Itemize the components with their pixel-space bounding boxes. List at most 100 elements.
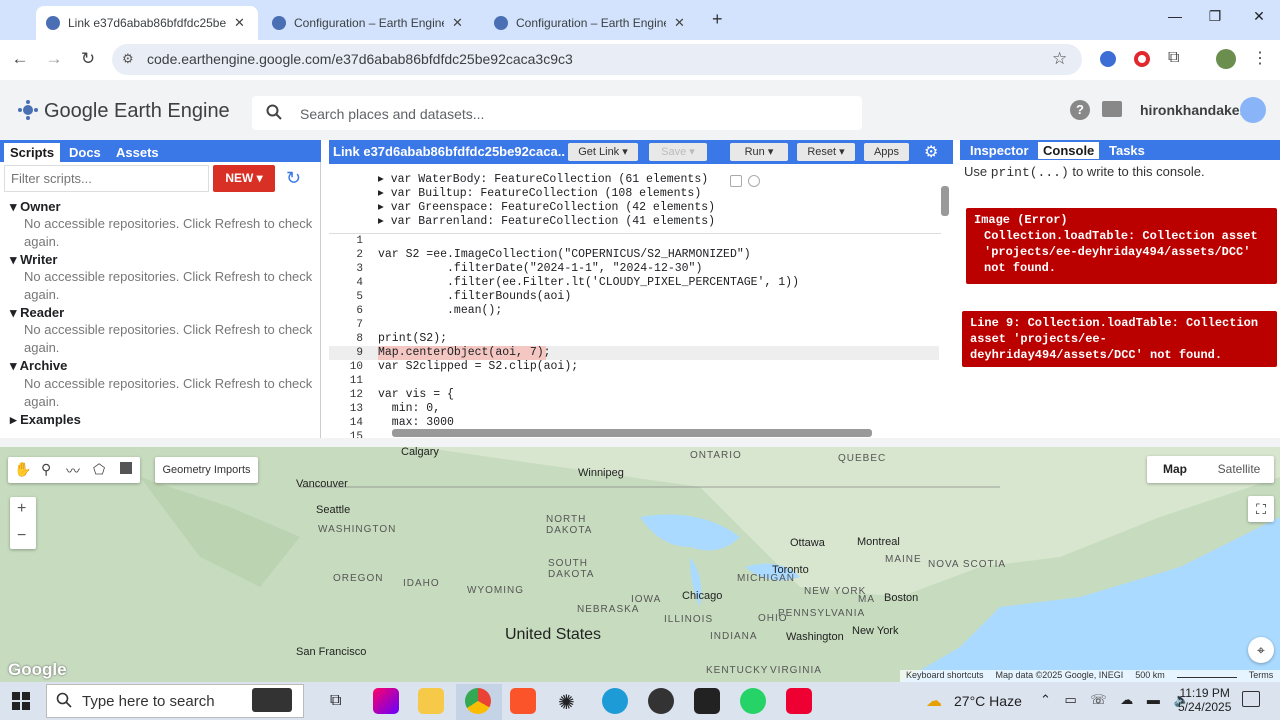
tab-scripts[interactable]: Scripts — [4, 143, 61, 162]
windows-start-icon[interactable] — [12, 692, 30, 710]
zoom-in-button[interactable]: + — [17, 500, 26, 518]
app-logo[interactable]: Google Earth Engine — [44, 100, 230, 123]
help-icon[interactable]: ? — [1070, 100, 1090, 120]
script-title[interactable]: Link e37d6abab86bfdfdc25be92caca... — [333, 144, 565, 159]
forward-icon[interactable]: → — [42, 48, 66, 72]
edge-icon[interactable] — [602, 688, 628, 714]
code-line[interactable] — [378, 318, 799, 332]
new-tab-button[interactable]: + — [712, 9, 723, 30]
notification-icon[interactable] — [1242, 691, 1260, 707]
weather-text[interactable]: 27°C Haze — [954, 693, 1022, 709]
console-error[interactable]: Line 9: Collection.loadTable: Collection… — [962, 311, 1277, 367]
opera-extension-icon[interactable] — [1134, 51, 1150, 67]
reset-button[interactable]: Reset ▾ — [797, 143, 855, 161]
code-line[interactable]: .filterBounds(aoi) — [378, 290, 799, 304]
maximize-icon[interactable]: ❐ — [1192, 8, 1238, 32]
browser-tab-active[interactable]: Link e37d6abab86bfdfdc25be92caca3c9c3 ✕ — [36, 6, 258, 40]
close-tab-icon[interactable]: ✕ — [674, 15, 685, 31]
code-line[interactable]: Map.centerObject(aoi, 7); — [378, 346, 799, 360]
close-window-icon[interactable]: ✕ — [1236, 8, 1280, 32]
save-button[interactable]: Save ▾ — [649, 143, 707, 161]
reload-icon[interactable]: ↻ — [76, 48, 100, 72]
import-row-greenspace[interactable]: ▸ var Greenspace: FeatureCollection (42 … — [378, 201, 715, 215]
whatsapp-icon[interactable] — [740, 688, 766, 714]
code-line[interactable]: print(S2); — [378, 332, 799, 346]
settings-sun-icon[interactable]: ✺ — [558, 690, 575, 715]
code-line[interactable]: max: 3000 — [378, 416, 799, 430]
browser-tab[interactable]: Configuration – Earth Engine – Google ✕ — [262, 6, 476, 40]
group-reader[interactable]: ▾ Reader — [10, 305, 64, 321]
settings-gear-icon[interactable]: ⚙ — [924, 142, 938, 162]
tab-inspector[interactable]: Inspector — [965, 142, 1034, 159]
apps-button[interactable]: Apps — [864, 143, 909, 161]
code-line[interactable]: .filterDate("2024-1-1", "2024-12-30") — [378, 262, 799, 276]
tab-docs[interactable]: Docs — [63, 143, 107, 162]
file-explorer-icon[interactable] — [418, 688, 444, 714]
code-line[interactable]: var vis = { — [378, 388, 799, 402]
extensions-puzzle-icon[interactable]: ⧉ — [1168, 49, 1179, 67]
user-avatar[interactable] — [1240, 97, 1266, 123]
weather-icon[interactable]: ☁ — [926, 691, 942, 711]
panel-divider[interactable] — [0, 438, 1280, 447]
speedometer-icon[interactable] — [648, 688, 674, 714]
import-row-builtup[interactable]: ▸ var Builtup: FeatureCollection (108 el… — [378, 187, 715, 201]
polygon-tool-icon[interactable]: ⬠ — [93, 461, 105, 478]
import-row-barrenland[interactable]: ▸ var Barrenland: FeatureCollection (41 … — [378, 215, 715, 229]
group-examples[interactable]: ▸ Examples — [10, 412, 81, 428]
new-script-button[interactable]: NEW ▾ — [213, 165, 275, 192]
map-type-satellite-button[interactable]: Satellite — [1206, 457, 1272, 482]
system-tray-icons[interactable]: ⌃ ▭ ☏ ☁ ▬ 🔈 — [1040, 692, 1195, 708]
group-archive[interactable]: ▾ Archive — [10, 358, 67, 374]
zoom-out-button[interactable]: − — [17, 527, 26, 545]
map-type-map-button[interactable]: Map — [1148, 457, 1202, 482]
line-tool-icon[interactable]: 〰 — [66, 461, 80, 481]
site-info-icon[interactable]: ⚙ — [122, 51, 134, 67]
import-settings-icon[interactable] — [730, 175, 742, 187]
extension-icon[interactable] — [1100, 51, 1116, 67]
console-error[interactable]: Image (Error) Collection.loadTable: Coll… — [966, 208, 1277, 284]
group-writer[interactable]: ▾ Writer — [10, 252, 57, 268]
copilot-icon[interactable] — [373, 688, 399, 714]
clock[interactable]: 11:19 PM 5/24/2025 — [1178, 686, 1231, 714]
code-line[interactable]: .mean(); — [378, 304, 799, 318]
code-line[interactable]: var S2 =ee.ImageCollection("COPERNICUS/S… — [378, 248, 799, 262]
close-tab-icon[interactable]: ✕ — [234, 15, 245, 31]
back-icon[interactable]: ← — [8, 48, 32, 72]
code-line[interactable] — [378, 374, 799, 388]
tab-tasks[interactable]: Tasks — [1104, 142, 1150, 159]
task-view-icon[interactable]: ⧉ — [330, 692, 341, 710]
rectangle-tool-icon[interactable] — [120, 462, 132, 474]
feedback-icon[interactable] — [1102, 101, 1122, 117]
capcut-icon[interactable] — [694, 688, 720, 714]
refresh-icon[interactable]: ↻ — [286, 168, 301, 189]
import-target-icon[interactable] — [748, 175, 760, 187]
code-line[interactable]: .filter(ee.Filter.lt('CLOUDY_PIXEL_PERCE… — [378, 276, 799, 290]
chrome-icon[interactable] — [465, 688, 491, 714]
locate-me-icon[interactable]: ⌖ — [1248, 637, 1274, 663]
point-marker-icon[interactable]: ⚲ — [41, 461, 51, 478]
keyboard-shortcuts-link[interactable]: Keyboard shortcuts — [906, 670, 984, 682]
tab-assets[interactable]: Assets — [110, 143, 165, 162]
browser-tab[interactable]: Configuration – Earth Engine – Google ✕ — [484, 6, 698, 40]
pan-hand-icon[interactable]: ✋ — [14, 461, 31, 478]
run-button[interactable]: Run ▾ — [730, 143, 788, 161]
browser-menu-icon[interactable]: ⋮ — [1252, 48, 1268, 68]
code-line[interactable] — [378, 234, 799, 248]
code-line[interactable]: var S2clipped = S2.clip(aoi); — [378, 360, 799, 374]
username[interactable]: hironkhandaker — [1140, 102, 1245, 118]
editor-vertical-scrollbar[interactable] — [941, 186, 949, 216]
editor-horizontal-scrollbar[interactable] — [392, 429, 872, 437]
filter-scripts-input[interactable] — [4, 165, 209, 192]
code-line[interactable]: min: 0, — [378, 402, 799, 416]
import-row-waterbody[interactable]: ▸ var WaterBody: FeatureCollection (61 e… — [378, 173, 715, 187]
url-text[interactable]: code.earthengine.google.com/e37d6abab86b… — [147, 51, 573, 67]
terms-link[interactable]: Terms — [1249, 670, 1274, 682]
close-tab-icon[interactable]: ✕ — [452, 15, 463, 31]
tab-console[interactable]: Console — [1038, 142, 1100, 159]
profile-avatar[interactable] — [1216, 49, 1236, 69]
brave-icon[interactable] — [510, 688, 536, 714]
get-link-button[interactable]: Get Link ▾ — [568, 143, 638, 161]
app-icon[interactable] — [786, 688, 812, 714]
geometry-imports-button[interactable]: Geometry Imports — [155, 457, 258, 483]
fullscreen-icon[interactable]: ⛶ — [1248, 496, 1274, 522]
